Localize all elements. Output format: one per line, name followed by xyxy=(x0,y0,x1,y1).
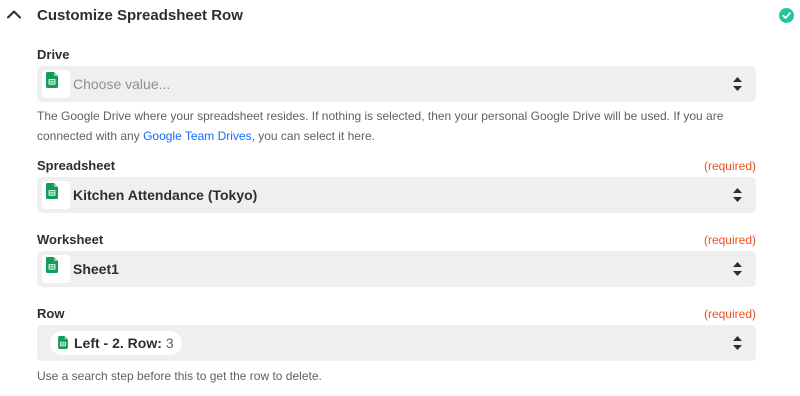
row-pill-label: Left - 2. Row: xyxy=(74,335,162,351)
drive-label: Drive xyxy=(37,47,70,62)
check-circle-icon xyxy=(779,8,794,23)
section-title: Customize Spreadsheet Row xyxy=(37,7,243,24)
worksheet-required: (required) xyxy=(703,233,756,247)
spreadsheet-value: Kitchen Attendance (Tokyo) xyxy=(73,187,258,203)
google-team-drives-link[interactable]: Google Team Drives xyxy=(143,129,252,143)
row-label: Row xyxy=(37,306,65,321)
chevron-up-icon[interactable] xyxy=(7,9,21,19)
drive-placeholder: Choose value... xyxy=(73,76,171,92)
row-pill-value: 3 xyxy=(165,335,174,351)
row-select[interactable]: Left - 2. Row: 3 xyxy=(37,325,756,361)
row-help-text: Use a search step before this to get the… xyxy=(37,369,322,383)
drive-help-text: The Google Drive where your spreadsheet … xyxy=(37,106,767,146)
worksheet-value: Sheet1 xyxy=(73,261,119,277)
google-sheets-icon xyxy=(46,257,58,273)
up-down-arrows-icon xyxy=(733,77,742,91)
google-sheets-icon xyxy=(58,336,68,349)
spreadsheet-label: Spreadsheet xyxy=(37,158,116,173)
google-sheets-icon xyxy=(46,183,58,199)
spreadsheet-select[interactable]: Kitchen Attendance (Tokyo) xyxy=(37,177,756,213)
worksheet-select[interactable]: Sheet1 xyxy=(37,251,756,287)
worksheet-label: Worksheet xyxy=(37,232,104,247)
up-down-arrows-icon xyxy=(733,188,742,202)
row-mapped-pill[interactable]: Left - 2. Row: 3 xyxy=(50,331,182,355)
section-header: Customize Spreadsheet Row xyxy=(0,0,800,32)
drive-select[interactable]: Choose value... xyxy=(37,66,756,102)
google-sheets-icon xyxy=(46,72,58,88)
spreadsheet-required: (required) xyxy=(703,159,756,173)
drive-help-before: The Google Drive where your spreadsheet … xyxy=(37,109,724,143)
drive-help-after: , you can select it here. xyxy=(251,129,375,143)
up-down-arrows-icon xyxy=(733,262,742,276)
up-down-arrows-icon xyxy=(733,336,742,350)
row-required: (required) xyxy=(703,307,756,321)
